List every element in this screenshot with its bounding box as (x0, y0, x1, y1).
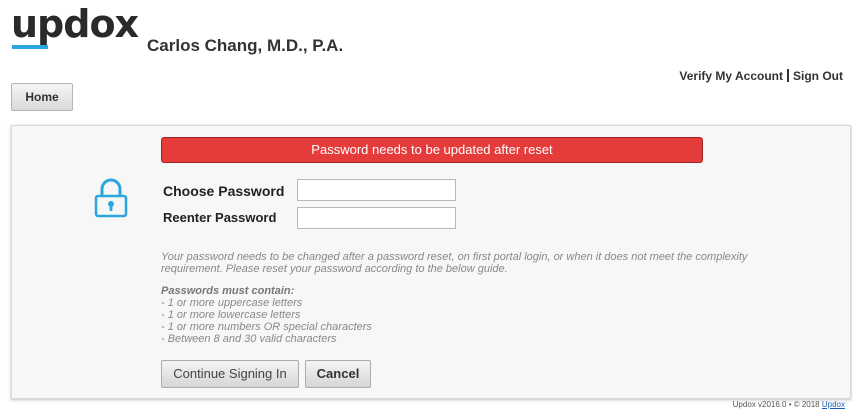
continue-signing-in-button[interactable]: Continue Signing In (161, 360, 299, 388)
link-separator (787, 69, 789, 82)
password-reset-panel: Password needs to be updated after reset… (11, 125, 851, 399)
reenter-password-input[interactable] (297, 207, 456, 229)
rule-item: - Between 8 and 30 valid characters (161, 333, 337, 345)
footer-version: Updox v2016.0 • © 2018 (732, 400, 820, 409)
rule-item: - 1 or more numbers OR special character… (161, 321, 372, 333)
header-links: Verify My Account Sign Out (679, 69, 843, 83)
practice-name: Carlos Chang, M.D., P.A. (147, 36, 344, 55)
rule-item: - 1 or more uppercase letters (161, 297, 303, 309)
rule-item: - 1 or more lowercase letters (161, 309, 301, 321)
rules-heading: Passwords must contain: (161, 285, 295, 297)
logo-accent-bar (12, 45, 48, 49)
cancel-button[interactable]: Cancel (305, 360, 371, 388)
password-info-text: Your password needs to be changed after … (161, 251, 748, 275)
footer: Updox v2016.0 • © 2018 Updox (733, 400, 845, 409)
choose-password-label: Choose Password (163, 183, 285, 199)
sign-out-link[interactable]: Sign Out (793, 69, 843, 83)
choose-password-input[interactable] (297, 179, 456, 201)
reenter-password-label: Reenter Password (163, 210, 277, 225)
password-rules: Passwords must contain: - 1 or more uppe… (161, 285, 372, 345)
home-button[interactable]: Home (11, 83, 73, 111)
updox-logo: updox (11, 2, 139, 46)
lock-icon (94, 178, 128, 218)
footer-updox-link[interactable]: Updox (822, 400, 845, 409)
password-alert-banner: Password needs to be updated after reset (161, 137, 703, 163)
verify-account-link[interactable]: Verify My Account (679, 69, 783, 83)
